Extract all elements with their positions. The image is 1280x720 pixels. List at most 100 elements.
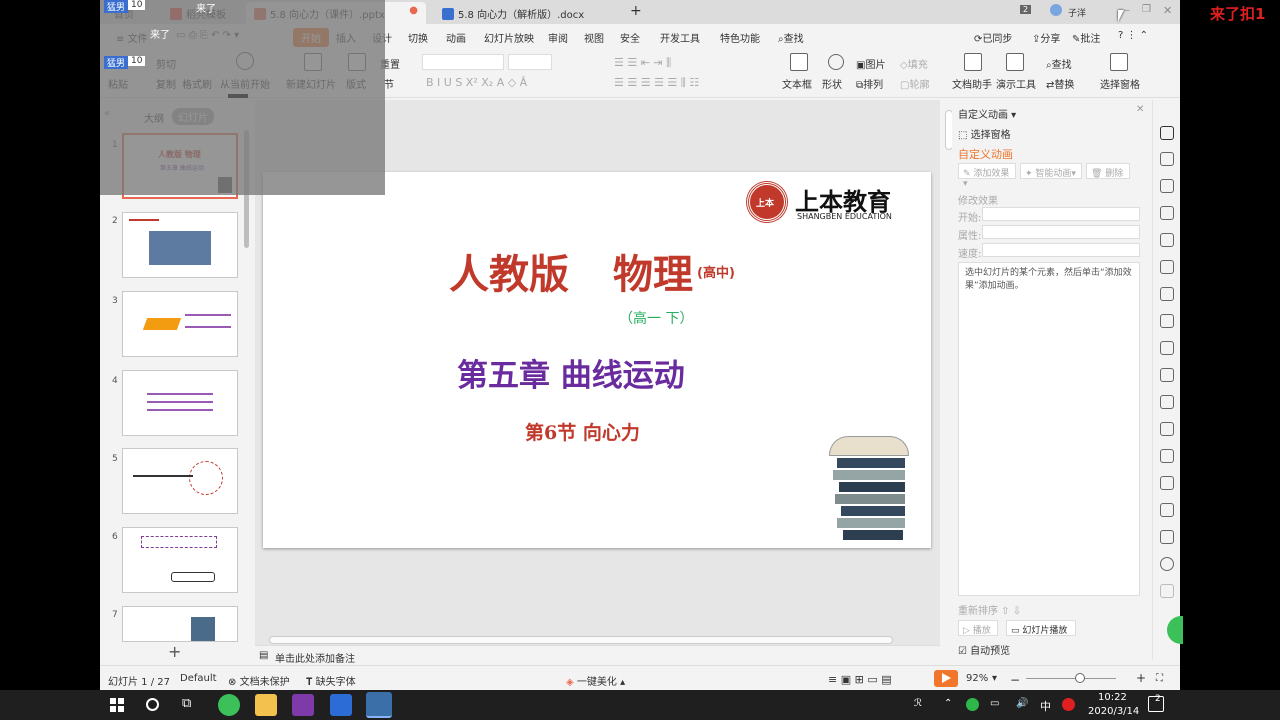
textbox-button[interactable]: 文本框: [782, 76, 812, 91]
tray-network-icon[interactable]: ▭: [990, 698, 999, 709]
paragraph-buttons-bottom[interactable]: ☰ ☰ ☰ ☰ ☰ ⫼ ☷: [614, 76, 699, 90]
find-button[interactable]: ⌕查找: [1046, 56, 1072, 71]
windows-start-icon[interactable]: [110, 698, 124, 712]
smart-anim-button[interactable]: ✦ 智能动画▾: [1020, 163, 1082, 179]
menu-tab-home[interactable]: 开始: [293, 28, 329, 47]
add-effect-button[interactable]: ✎ 添加效果▾: [958, 163, 1016, 189]
horizontal-scrollbar[interactable]: [269, 636, 893, 644]
copy-button[interactable]: 复制: [156, 76, 176, 91]
font-style-buttons[interactable]: B I U S X² X₂ A ◇ Ā: [426, 76, 527, 89]
triangle-tool-icon[interactable]: [1160, 233, 1174, 247]
play-button[interactable]: ▷ 播放: [958, 620, 998, 636]
paragraph-buttons-top[interactable]: ☰ ☰ ⇤ ⇥ ⫼: [614, 56, 671, 70]
ime-indicator[interactable]: 中: [1040, 698, 1051, 714]
slides-tool-icon[interactable]: [1160, 368, 1174, 382]
font-name-input[interactable]: [422, 54, 504, 70]
slide-thumb-5[interactable]: [122, 448, 238, 514]
slide-thumb-4[interactable]: [122, 370, 238, 436]
comment-button[interactable]: ✎批注: [1072, 30, 1100, 45]
select-pane-button[interactable]: 选择窗格: [1100, 76, 1140, 91]
history-tool-icon[interactable]: [1160, 530, 1174, 544]
archive-tool-icon[interactable]: [1160, 422, 1174, 436]
tab-home[interactable]: 首页: [106, 2, 142, 24]
float-assistant-icon[interactable]: [1167, 616, 1183, 644]
wps-writer-icon[interactable]: [330, 694, 352, 716]
animation-list[interactable]: 选中幻灯片的某个元素，然后单击“添加效果”添加动画。: [958, 262, 1140, 596]
start-select[interactable]: [982, 207, 1140, 221]
menu-tab-security[interactable]: 安全: [620, 30, 640, 45]
pane-close-icon[interactable]: ✕: [1136, 104, 1144, 115]
image-tool-icon[interactable]: [1160, 449, 1174, 463]
menu-tab-slideshow[interactable]: 幻灯片放映: [484, 30, 534, 45]
format-painter-button[interactable]: 格式刷: [182, 76, 212, 91]
pane-header[interactable]: 自定义动画 ▾: [958, 106, 1016, 121]
menu-tab-view[interactable]: 视图: [584, 30, 604, 45]
outline-button[interactable]: ▢轮廓: [900, 76, 929, 91]
animation-tool-icon[interactable]: [1160, 126, 1174, 140]
tray-app-icon[interactable]: [966, 698, 979, 711]
browser-icon[interactable]: [218, 694, 240, 716]
search-icon[interactable]: [146, 698, 159, 711]
thumb-scrollbar[interactable]: [244, 130, 249, 248]
location-tool-icon[interactable]: [1160, 206, 1174, 220]
tray-chevron-icon[interactable]: ⌃: [944, 698, 952, 709]
table-tool-icon[interactable]: [1160, 260, 1174, 274]
grid-tool-icon[interactable]: [1160, 287, 1174, 301]
property-select[interactable]: [982, 225, 1140, 239]
new-tab-button[interactable]: +: [630, 3, 642, 19]
share-button[interactable]: ⇪分享: [1032, 30, 1060, 45]
view-mode-buttons[interactable]: ≡ ▣ ⊞ ▭ ▤: [828, 673, 892, 686]
clock-time[interactable]: 10:22: [1098, 692, 1127, 703]
shape-button[interactable]: 形状: [822, 76, 842, 91]
active-app-icon[interactable]: [366, 692, 392, 718]
layout-button[interactable]: 版式: [346, 76, 366, 91]
zoom-in-button[interactable]: +: [1136, 671, 1146, 685]
help-tool-icon[interactable]: [1160, 557, 1174, 571]
beautify-button[interactable]: ◈ 一键美化 ▴: [566, 673, 625, 688]
cut-button[interactable]: 剪切: [156, 56, 176, 71]
slide-thumb-3[interactable]: [122, 291, 238, 357]
zoom-slider-track[interactable]: [1026, 678, 1116, 679]
tray-volume-icon[interactable]: 🔊: [1016, 698, 1028, 709]
delete-button[interactable]: 🗑 删除: [1086, 163, 1130, 179]
font-size-input[interactable]: [508, 54, 552, 70]
onenote-icon[interactable]: [292, 694, 314, 716]
outline-tab[interactable]: 大纲: [144, 110, 164, 125]
avatar[interactable]: [1050, 4, 1062, 16]
tab-pptx[interactable]: 5.8 向心力（课件）.pptx ●: [246, 2, 426, 24]
file-explorer-icon[interactable]: [255, 694, 277, 716]
slideshow-play-button[interactable]: [934, 670, 958, 687]
arrange-button[interactable]: ⧉排列: [856, 76, 883, 91]
quick-access-icons[interactable]: ▭ ⎙ ⎘ ↶ ↷ ▾: [176, 30, 239, 41]
missing-font[interactable]: 𝐓 缺失字体: [306, 673, 356, 688]
zoom-slider-thumb[interactable]: [1075, 673, 1085, 683]
reset-button[interactable]: 重置: [380, 56, 400, 71]
slide-thumb-6[interactable]: [122, 527, 238, 593]
theme-name[interactable]: Default: [180, 673, 217, 684]
export-tool-icon[interactable]: [1160, 395, 1174, 409]
slideshow-button[interactable]: ▭ 幻灯片播放: [1006, 620, 1076, 636]
task-view-icon[interactable]: ⧉: [182, 696, 191, 711]
notes-area[interactable]: ▤ 单击此处添加备注: [255, 645, 940, 665]
zoom-dropdown-icon[interactable]: ▾: [992, 673, 997, 684]
cube-tool-icon[interactable]: [1160, 584, 1174, 598]
menu-tab-insert[interactable]: 插入: [336, 30, 356, 45]
present-tool-button[interactable]: 演示工具: [996, 76, 1036, 91]
fit-window-button[interactable]: ⛶: [1156, 673, 1163, 684]
tray-wps-icon[interactable]: [1062, 698, 1075, 711]
select-pane-link[interactable]: ⬚ 选择窗格: [958, 126, 1011, 141]
slide-thumb-7[interactable]: [122, 606, 238, 642]
clock-date[interactable]: 2020/3/14: [1088, 706, 1139, 717]
slide-thumb-2[interactable]: [122, 212, 238, 278]
protect-status[interactable]: ⊗ 文档未保护: [228, 673, 290, 688]
tab-docx[interactable]: 5.8 向心力（解析版）.docx: [434, 2, 624, 24]
replace-button[interactable]: ⇄替换: [1046, 76, 1074, 91]
from-current-button[interactable]: 从当前开始: [220, 76, 270, 91]
paste-button[interactable]: 粘贴: [108, 76, 128, 91]
menu-tab-design[interactable]: 设计: [372, 30, 392, 45]
speed-select[interactable]: [982, 243, 1140, 257]
slide-thumb-1[interactable]: 人教版 物理 第五章 曲线运动: [122, 133, 238, 199]
menu-tab-review[interactable]: 审阅: [548, 30, 568, 45]
menu-search[interactable]: ⌕查找: [778, 30, 804, 45]
shape-tool-icon[interactable]: [1160, 179, 1174, 193]
